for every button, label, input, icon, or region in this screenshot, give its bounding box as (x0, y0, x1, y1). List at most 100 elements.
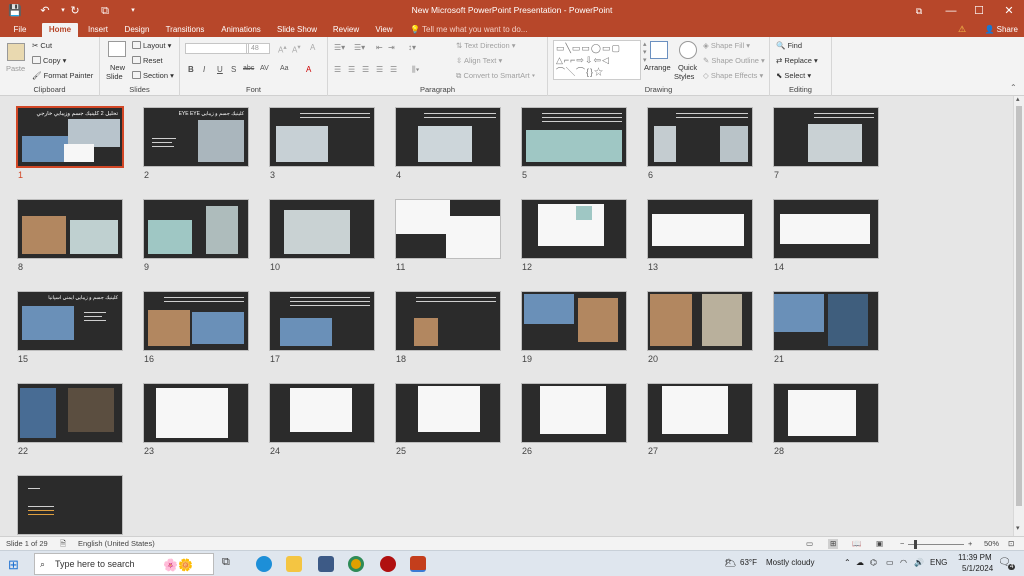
weather-temp[interactable]: 63°F (740, 558, 757, 567)
slide-thumbnail-10[interactable] (270, 200, 374, 258)
increase-indent-icon[interactable]: ⇥ (388, 43, 395, 52)
slide-thumbnail-18[interactable] (396, 292, 500, 350)
ribbon-display-options-icon[interactable]: ⧉ (908, 3, 930, 19)
slide-thumbnail-17[interactable] (270, 292, 374, 350)
zoom-level[interactable]: 50% (984, 539, 999, 549)
font-color-button[interactable]: A (306, 65, 311, 74)
slide-thumbnail-27[interactable] (648, 384, 752, 442)
bold-button[interactable]: B (188, 65, 194, 74)
quick-styles-label-2[interactable]: Styles (674, 72, 694, 82)
slide-thumbnail-26[interactable] (522, 384, 626, 442)
align-text-button[interactable]: ⇳ Align Text ▾ (456, 56, 502, 66)
font-size-input[interactable]: 48 (248, 43, 270, 54)
slide-thumbnail-22[interactable] (18, 384, 122, 442)
justify-icon[interactable]: ☰ (376, 65, 383, 74)
copy-button[interactable]: Copy ▾ (32, 56, 66, 66)
clock-time[interactable]: 11:39 PM (958, 553, 992, 562)
new-slide-icon[interactable] (108, 41, 126, 57)
weather-icon[interactable]: 🌥 (724, 558, 737, 569)
slide-thumbnail-21[interactable] (774, 292, 878, 350)
shapes-gallery[interactable]: ▭╲▭▭◯▭▢ △⌐⌐⇨⇩⇦◁ ⌒╲⌒{}☆ (553, 40, 641, 80)
vertical-scrollbar[interactable]: ▴ ▾ (1013, 96, 1024, 536)
shapes-scroll-icon[interactable]: ▴ ▾ ▾ (643, 40, 647, 64)
clock-date[interactable]: 5/1/2024 (962, 564, 993, 573)
slide-show-icon[interactable]: ▣ (876, 539, 883, 549)
wifi-icon[interactable]: ◠ (900, 558, 907, 567)
slide-thumbnail-8[interactable] (18, 200, 122, 258)
underline-button[interactable]: U (217, 65, 223, 74)
arrange-button[interactable]: Arrange (644, 63, 671, 73)
slide-thumbnail-5[interactable] (522, 108, 626, 166)
tab-view[interactable]: View (372, 23, 396, 37)
warning-icon[interactable]: ⚠ (958, 24, 966, 35)
align-left-icon[interactable]: ☰ (334, 65, 341, 74)
file-explorer-icon[interactable] (286, 556, 302, 572)
change-case-button[interactable]: Aa (280, 65, 289, 72)
slide-thumbnail-11[interactable] (396, 200, 500, 258)
language-indicator[interactable]: ENG (930, 558, 947, 567)
clear-format-icon[interactable]: A (310, 43, 315, 52)
maximize-button[interactable]: ☐ (968, 3, 990, 19)
bullets-icon[interactable]: ☰▾ (334, 43, 345, 52)
normal-view-icon[interactable]: ▭ (806, 539, 813, 549)
volume-icon[interactable]: 🔊 (914, 558, 924, 567)
slide-thumbnail-13[interactable] (648, 200, 752, 258)
align-center-icon[interactable]: ☰ (348, 65, 355, 74)
windows-start-icon[interactable]: ⊞ (8, 557, 19, 573)
paste-button[interactable]: Paste (6, 64, 25, 74)
close-button[interactable]: ✕ (998, 3, 1020, 19)
taskbar-search-box[interactable]: ⌕ Type here to search 🌸🌼 (34, 553, 214, 575)
slide-thumbnail-12[interactable] (522, 200, 626, 258)
minimize-button[interactable]: — (940, 3, 962, 19)
mail-icon[interactable] (318, 556, 334, 572)
tab-transitions[interactable]: Transitions (162, 23, 208, 37)
task-view-icon[interactable]: ⧉ (222, 556, 238, 572)
slide-thumbnail-1[interactable]: تحليل 2 كلينيك جسم وزيبايي خارجي (18, 108, 122, 166)
language-status[interactable]: English (United States) (78, 539, 155, 549)
font-name-input[interactable] (185, 43, 247, 54)
slide-thumbnail-2[interactable]: كلينيك جسم و زيبايي EYE EYE (144, 108, 248, 166)
new-slide-label-2[interactable]: Slide (106, 72, 123, 82)
align-right-icon[interactable]: ☰ (362, 65, 369, 74)
tab-insert[interactable]: Insert (84, 23, 112, 37)
decrease-indent-icon[interactable]: ⇤ (376, 43, 383, 52)
network-icon[interactable]: ⌬ (870, 558, 877, 567)
tell-me-box[interactable]: 💡 Tell me what you want to do... (410, 23, 527, 36)
slide-thumbnail-4[interactable] (396, 108, 500, 166)
slide-thumbnail-15[interactable]: كلينيك جسم و زيبايي ايمني اسپانيا (18, 292, 122, 350)
tab-file[interactable]: File (8, 23, 32, 37)
char-spacing-button[interactable]: AV (260, 65, 269, 72)
collapse-ribbon-icon[interactable]: ⌃ (1010, 83, 1017, 92)
slide-thumbnail-28[interactable] (774, 384, 878, 442)
shape-fill-button[interactable]: ◈ Shape Fill ▾ (703, 41, 750, 51)
app-icon[interactable] (380, 556, 396, 572)
decrease-font-icon[interactable]: A▾ (292, 43, 301, 55)
tab-design[interactable]: Design (120, 23, 154, 37)
chrome-icon[interactable] (348, 556, 364, 572)
tab-home[interactable]: Home (42, 23, 78, 37)
zoom-slider-thumb[interactable] (914, 540, 917, 549)
slide-thumbnail-6[interactable] (648, 108, 752, 166)
scrollbar-thumb[interactable] (1016, 106, 1022, 506)
reading-view-icon[interactable]: 📖 (852, 539, 861, 549)
tab-review[interactable]: Review (330, 23, 362, 37)
cut-button[interactable]: ✂ Cut (32, 41, 52, 51)
slide-thumbnail-14[interactable] (774, 200, 878, 258)
powerpoint-taskbar-icon[interactable] (410, 556, 426, 572)
slide-thumbnail-7[interactable] (774, 108, 878, 166)
quick-styles-icon[interactable] (679, 41, 697, 59)
increase-font-icon[interactable]: A▴ (278, 43, 287, 55)
scroll-up-icon[interactable]: ▴ (1016, 95, 1020, 103)
find-button[interactable]: 🔍 Find (776, 41, 802, 51)
cloud-icon[interactable]: ☁ (856, 558, 864, 567)
line-spacing-icon[interactable]: ↕▾ (408, 43, 416, 52)
replace-button[interactable]: ⇄ Replace ▾ (776, 56, 818, 66)
slide-thumbnail-19[interactable] (522, 292, 626, 350)
columns-icon[interactable]: ⫼▾ (412, 65, 420, 75)
fit-to-window-icon[interactable]: ⊡ (1008, 539, 1014, 549)
slide-thumbnail-16[interactable] (144, 292, 248, 350)
section-button[interactable]: Section ▾ (132, 71, 174, 81)
tab-animations[interactable]: Animations (216, 23, 266, 37)
shape-outline-button[interactable]: ✎ Shape Outline ▾ (703, 56, 765, 66)
reset-button[interactable]: Reset (132, 56, 163, 66)
